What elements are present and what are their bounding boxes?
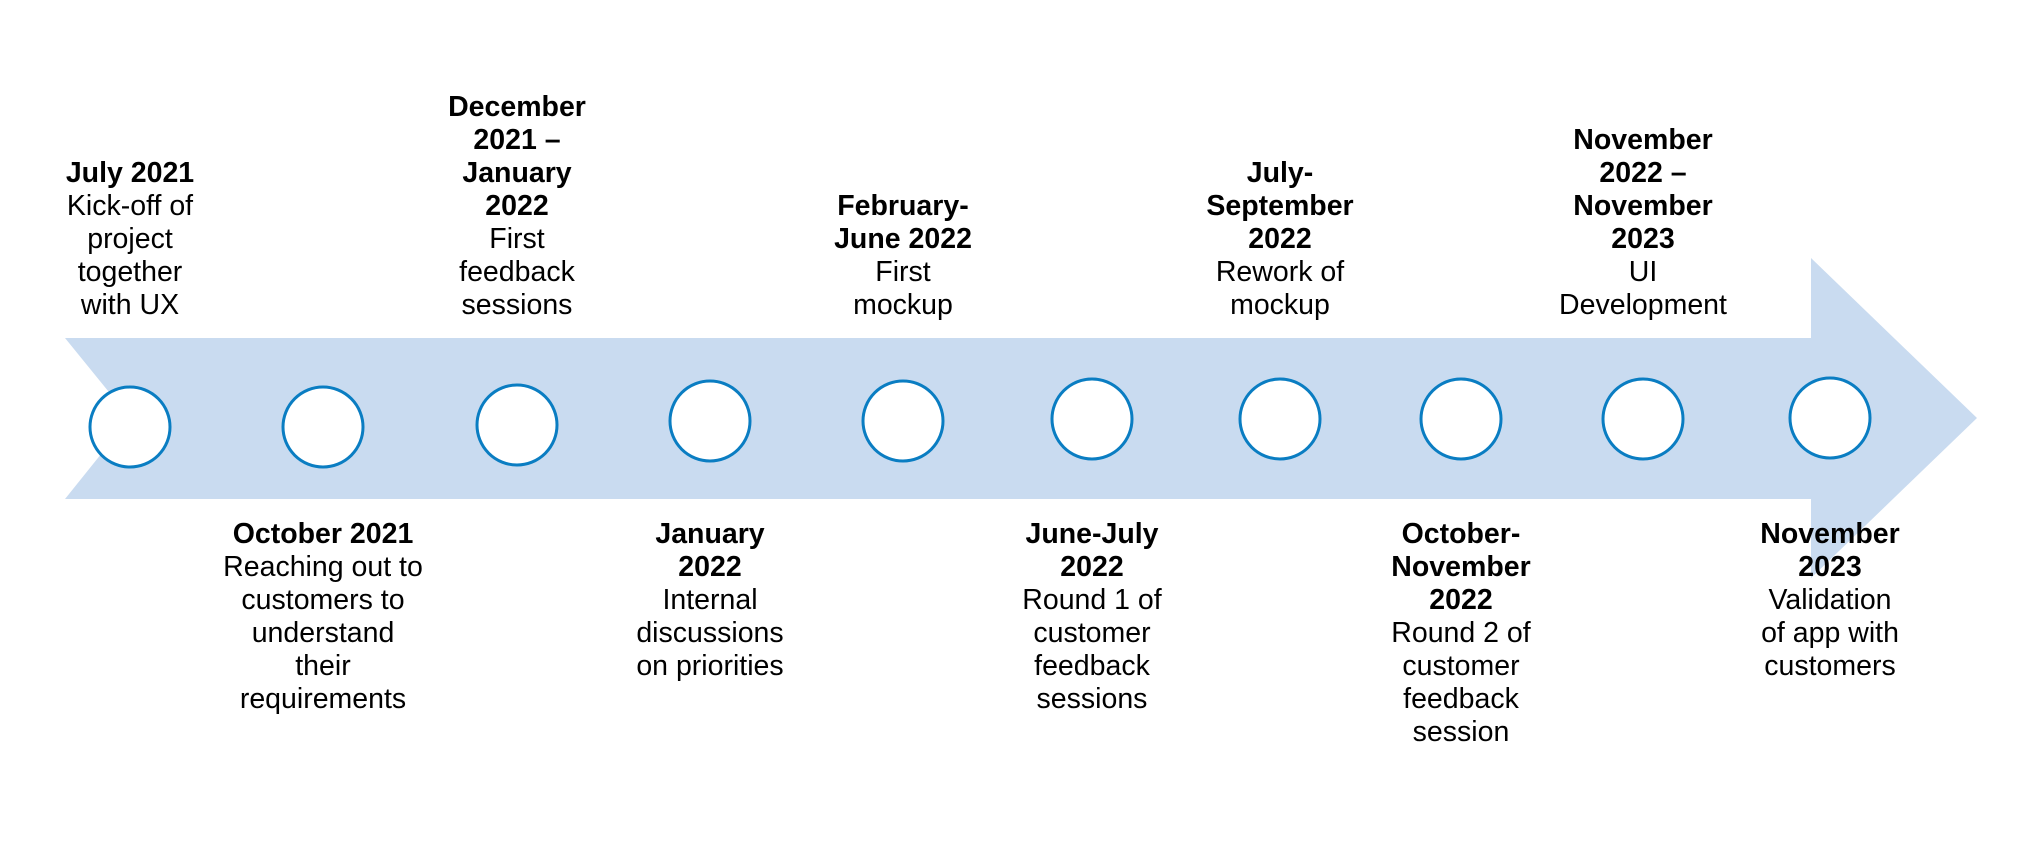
milestone-description: Validation of app with customers bbox=[1761, 584, 1899, 682]
milestone-description: UI Development bbox=[1559, 256, 1727, 321]
milestone-date: January 2022 bbox=[655, 518, 765, 583]
milestone-label: December 2021 – January 2022 First feedba… bbox=[397, 91, 637, 322]
milestone-label: June-July 2022 Round 1 of customer feedba… bbox=[972, 518, 1212, 716]
milestone-date: October- November 2022 bbox=[1391, 518, 1531, 616]
milestone-date: July 2021 bbox=[65, 157, 195, 189]
milestone-label: July- September 2022 Rework of mockup bbox=[1160, 157, 1400, 322]
milestone-circle bbox=[668, 379, 752, 463]
milestone-description: First feedback sessions bbox=[459, 223, 575, 321]
milestone-label: February- June 2022 First mockup bbox=[783, 190, 1023, 322]
milestone-circle bbox=[88, 385, 172, 469]
milestone-circle bbox=[1601, 377, 1685, 461]
milestone-date: February- June 2022 bbox=[834, 190, 972, 255]
milestone-date: November 2023 bbox=[1760, 518, 1900, 583]
milestone-date: July- September 2022 bbox=[1206, 157, 1354, 255]
milestone-circle bbox=[1050, 377, 1134, 461]
milestone-circle bbox=[1238, 377, 1322, 461]
milestone-label: November 2022 – November 2023 UI Developm… bbox=[1523, 124, 1763, 322]
milestone-circle bbox=[1788, 376, 1872, 460]
milestone-label: July 2021 Kick-off of project together wi… bbox=[10, 157, 250, 322]
milestone-description: Round 2 of customer feedback session bbox=[1391, 617, 1531, 748]
milestone-description: Kick-off of project together with UX bbox=[66, 190, 194, 321]
milestone-description: Rework of mockup bbox=[1215, 256, 1345, 321]
milestone-label: January 2022 Internal discussions on prio… bbox=[590, 518, 830, 683]
milestone-date: June-July 2022 bbox=[1025, 518, 1159, 583]
milestone-description: Reaching out to customers to understand … bbox=[223, 551, 423, 715]
milestone-description: First mockup bbox=[853, 256, 953, 321]
milestone-circle bbox=[1419, 377, 1503, 461]
milestone-description: Internal discussions on priorities bbox=[636, 584, 784, 682]
milestone-circle bbox=[861, 379, 945, 463]
milestone-date: October 2021 bbox=[232, 518, 414, 550]
milestone-label: October 2021 Reaching out to customers to… bbox=[203, 518, 443, 716]
milestone-label: November 2023 Validation of app with cust… bbox=[1710, 518, 1950, 683]
milestone-label: October- November 2022 Round 2 of custome… bbox=[1341, 518, 1581, 749]
milestone-circle bbox=[281, 385, 365, 469]
milestone-description: Round 1 of customer feedback sessions bbox=[1022, 584, 1162, 715]
milestone-circle bbox=[475, 383, 559, 467]
milestone-date: December 2021 – January 2022 bbox=[448, 91, 586, 222]
milestone-date: November 2022 – November 2023 bbox=[1573, 124, 1713, 255]
